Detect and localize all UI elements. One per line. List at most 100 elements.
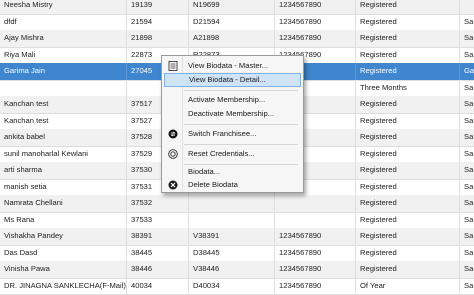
- menu-item-biodata[interactable]: Biodata...: [164, 165, 301, 179]
- table-cell-status: Registered: [356, 14, 460, 31]
- table-cell-name: Kanchan test: [0, 96, 127, 113]
- table-cell-code: D21594: [189, 14, 275, 31]
- table-cell-status: Registered: [356, 179, 460, 196]
- switch-icon: [168, 129, 178, 139]
- table-cell-extra: Sa: [460, 113, 474, 130]
- table-cell-code: N19699: [189, 0, 275, 14]
- table-cell-name: Ajay Mishra: [0, 30, 127, 47]
- table-cell-extra: [460, 0, 474, 14]
- table-cell-name: Namrata Chellani: [0, 195, 127, 212]
- delete-icon: [168, 180, 178, 190]
- menu-separator: [184, 144, 298, 145]
- table-cell-phone: [275, 212, 356, 229]
- menu-item-view-biodata-master[interactable]: View Biodata - Master...: [164, 59, 301, 73]
- table-cell-extra: Sa: [460, 14, 474, 31]
- table-cell-extra: Sa: [460, 129, 474, 146]
- menu-item-label: View Biodata - Detail...: [189, 74, 266, 86]
- menu-item-deactivate-membership[interactable]: Deactivate Membership...: [164, 107, 301, 121]
- table-cell-extra: Sa: [460, 179, 474, 196]
- table-cell-name: manish setia: [0, 179, 127, 196]
- menu-item-reset-credentials[interactable]: Reset Credentials...: [164, 147, 301, 161]
- reset-icon: [168, 149, 178, 159]
- menu-item-delete-biodata[interactable]: Delete Biodata: [164, 178, 301, 192]
- table-cell-name: Garima Jain: [0, 63, 127, 80]
- table-row[interactable]: Neesha Mistry19139N196991234567890Regist…: [0, 0, 474, 15]
- table-cell-extra: Ga: [460, 63, 474, 80]
- table-cell-status: Registered: [356, 0, 460, 14]
- table-cell-extra: Sa: [460, 195, 474, 212]
- table-cell-extra: Sa: [460, 228, 474, 245]
- table-cell-name: arti sharma: [0, 162, 127, 179]
- table-row[interactable]: Das Dasd38445D384451234567890RegisteredS…: [0, 245, 474, 263]
- table-cell-code: V38446: [189, 261, 275, 278]
- document-icon: [168, 61, 178, 71]
- menu-item-label: Deactivate Membership...: [188, 107, 274, 121]
- table-cell-extra: Sa: [460, 278, 474, 295]
- table-cell-code: A21898: [189, 30, 275, 47]
- table-cell-extra: Sa: [460, 30, 474, 47]
- table-row[interactable]: DR. JINAGNA SANKLECHA(F-Mail)40034D40034…: [0, 278, 474, 295]
- table-cell-id: 38391: [127, 228, 189, 245]
- table-row[interactable]: Ajay Mishra21898A218981234567890Register…: [0, 30, 474, 48]
- table-cell-id: 21594: [127, 14, 189, 31]
- table-cell-name: Vinisha Pawa: [0, 261, 127, 278]
- menu-item-label: Delete Biodata: [188, 178, 238, 192]
- table-cell-status: Registered: [356, 146, 460, 163]
- table-cell-status: Registered: [356, 47, 460, 64]
- table-cell-name: dfdf: [0, 14, 127, 31]
- table-cell-phone: 1234567890: [275, 30, 356, 47]
- table-cell-status: Registered: [356, 30, 460, 47]
- menu-item-label: Switch Franchisee...: [188, 127, 256, 141]
- table-cell-id: 37533: [127, 212, 189, 229]
- table-cell-name: Neesha Mistry: [0, 0, 127, 14]
- table-cell-phone: [275, 195, 356, 212]
- table-cell-name: Vishakha Pandey: [0, 228, 127, 245]
- table-cell-status: Registered: [356, 228, 460, 245]
- table-cell-status: Registered: [356, 195, 460, 212]
- table-cell-extra: Sa: [460, 212, 474, 229]
- menu-separator: [184, 90, 298, 91]
- table-cell-code: [189, 212, 275, 229]
- table-cell-id: 19139: [127, 0, 189, 14]
- table-cell-phone: 1234567890: [275, 0, 356, 14]
- table-cell-id: 21898: [127, 30, 189, 47]
- table-cell-name: DR. JINAGNA SANKLECHA(F-Mail): [0, 278, 127, 295]
- table-cell-status: Registered: [356, 63, 460, 80]
- table-row[interactable]: Vinisha Pawa38446V384461234567890Registe…: [0, 261, 474, 279]
- table-cell-extra: Sa: [460, 47, 474, 64]
- table-cell-extra: Sa: [460, 146, 474, 163]
- table-cell-id: 40034: [127, 278, 189, 295]
- table-cell-status: Registered: [356, 162, 460, 179]
- table-cell-status: Three Months: [356, 80, 460, 97]
- menu-item-label: Activate Membership...: [188, 93, 265, 107]
- menu-item-switch-franchisee[interactable]: Switch Franchisee...: [164, 127, 301, 141]
- table-cell-status: Registered: [356, 113, 460, 130]
- table-row[interactable]: Namrata Chellani37532RegisteredSa: [0, 195, 474, 213]
- table-cell-code: D40034: [189, 278, 275, 295]
- table-cell-extra: Sa: [460, 162, 474, 179]
- table-cell-extra: Sa: [460, 261, 474, 278]
- context-menu: View Biodata - Master... View Biodata - …: [161, 55, 304, 193]
- table-cell-name: ankita babel: [0, 129, 127, 146]
- menu-item-label: View Biodata - Master...: [188, 59, 268, 73]
- table-cell-name: Ms Rana: [0, 212, 127, 229]
- table-cell-extra: Sa: [460, 80, 474, 97]
- table-cell-status: Of Year: [356, 278, 460, 295]
- table-cell-name: sunil manoharlal Kewlani: [0, 146, 127, 163]
- table-cell-phone: 1234567890: [275, 14, 356, 31]
- table-cell-id: 38446: [127, 261, 189, 278]
- table-row[interactable]: Vishakha Pandey38391V383911234567890Regi…: [0, 228, 474, 246]
- table-cell-extra: Sa: [460, 96, 474, 113]
- table-cell-name: Kanchan test: [0, 113, 127, 130]
- menu-item-label: Biodata...: [188, 165, 220, 179]
- menu-item-activate-membership[interactable]: Activate Membership...: [164, 93, 301, 107]
- table-row[interactable]: Ms Rana37533RegisteredSa: [0, 212, 474, 230]
- table-cell-phone: 1234567890: [275, 261, 356, 278]
- menu-separator: [184, 124, 298, 125]
- table-cell-name: Riya Mali: [0, 47, 127, 64]
- table-cell-name: [0, 80, 127, 97]
- table-cell-code: [189, 195, 275, 212]
- menu-item-view-biodata-detail[interactable]: View Biodata - Detail...: [164, 73, 301, 87]
- table-row[interactable]: dfdf21594D215941234567890RegisteredSa: [0, 14, 474, 32]
- table-cell-code: V38391: [189, 228, 275, 245]
